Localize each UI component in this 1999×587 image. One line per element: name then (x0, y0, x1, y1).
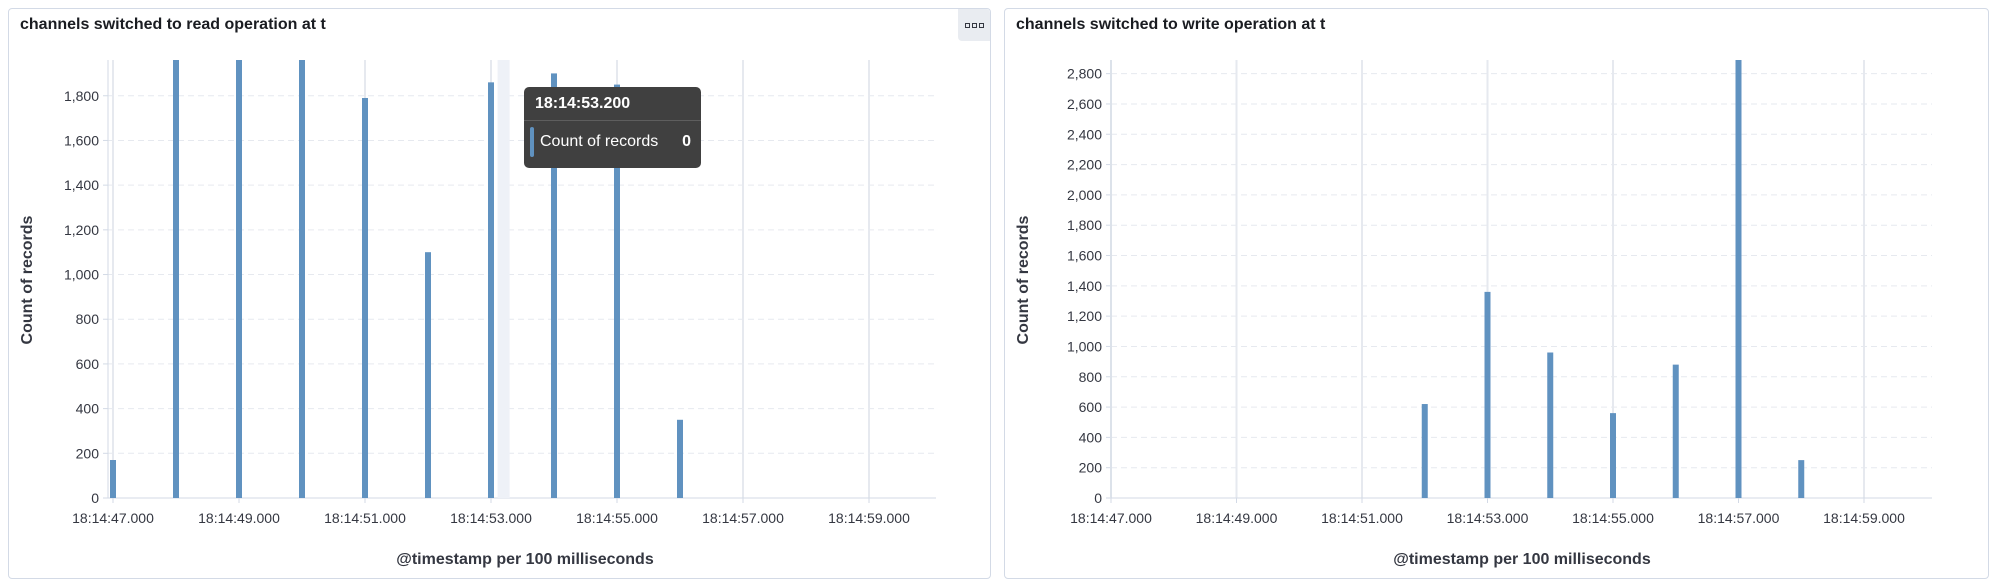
y-tick-label: 1,000 (1067, 338, 1102, 354)
y-tick-label: 1,200 (1067, 308, 1102, 324)
tooltip-value: 0 (682, 133, 691, 150)
y-tick-label: 1,800 (1067, 217, 1102, 233)
y-tick-label: 600 (1079, 399, 1103, 415)
tooltip-series-swatch (530, 127, 534, 157)
bar (1421, 404, 1428, 498)
bar (1672, 364, 1679, 498)
x-tick-label: 18:14:51.000 (1321, 510, 1403, 526)
bar (1798, 460, 1805, 498)
x-axis-title: @timestamp per 100 milliseconds (1393, 551, 1651, 568)
x-tick-label: 18:14:49.000 (1196, 510, 1278, 526)
y-tick-label: 200 (1079, 460, 1103, 476)
x-tick-label: 18:14:53.000 (1447, 510, 1529, 526)
y-tick-label: 400 (1079, 429, 1103, 445)
x-tick-label: 18:14:59.000 (1823, 510, 1905, 526)
bar (1547, 352, 1554, 498)
x-tick-label: 18:14:55.000 (1572, 510, 1654, 526)
y-tick-label: 2,200 (1067, 157, 1102, 173)
tooltip-label: Count of records (540, 133, 659, 150)
x-tick-label: 18:14:57.000 (1698, 510, 1780, 526)
y-tick-label: 2,400 (1067, 126, 1102, 142)
bar (1484, 291, 1491, 498)
bar (1610, 413, 1616, 498)
chart-tooltip: 18:14:53.200 Count of records 0 (524, 87, 701, 168)
y-tick-label: 2,600 (1067, 96, 1102, 112)
y-tick-label: 1,600 (1067, 248, 1102, 264)
y-tick-label: 2,800 (1067, 66, 1102, 82)
y-axis-title: Count of records (1015, 215, 1032, 344)
write-chart: 0 200 400 600 800 1,000 1,200 1,400 1,600 1,800 2,… (1015, 60, 1932, 568)
y-tick-label: 800 (1079, 369, 1103, 385)
x-tick-label: 18:14:47.000 (1070, 510, 1152, 526)
y-tick-label: 2,000 (1067, 187, 1102, 203)
tooltip-time: 18:14:53.200 (524, 87, 701, 121)
y-tick-label: 0 (1094, 490, 1102, 506)
y-tick-label: 1,400 (1067, 278, 1102, 294)
bar (1735, 60, 1742, 498)
